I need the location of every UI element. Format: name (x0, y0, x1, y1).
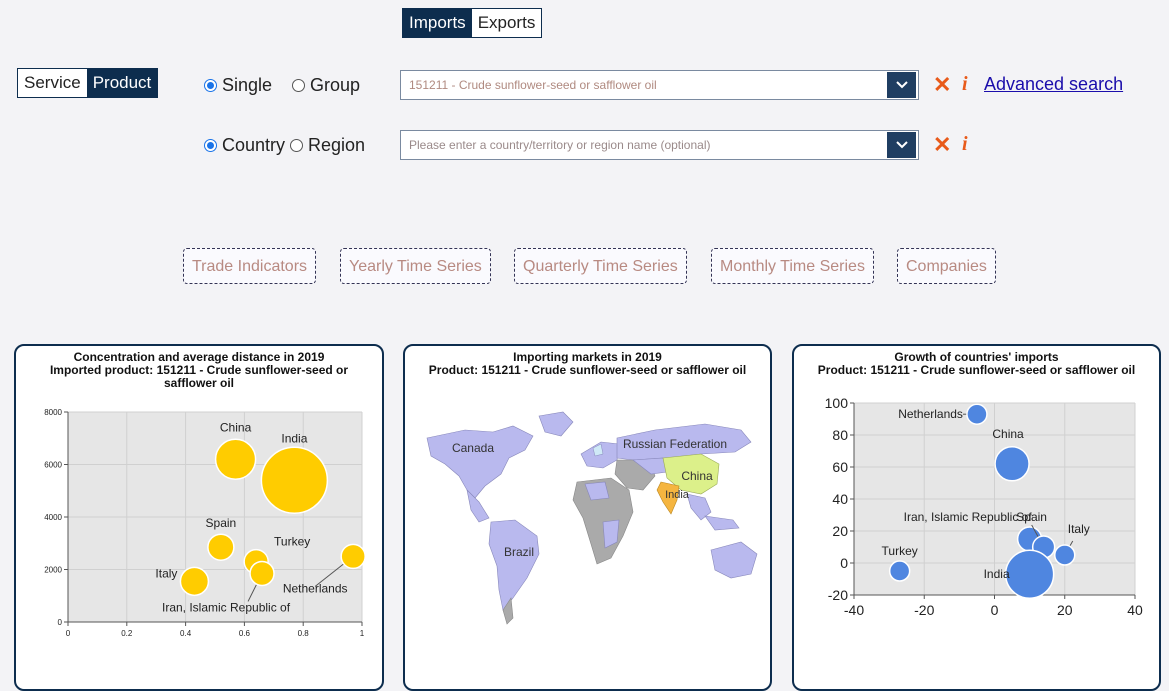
y-tick-label: 8000 (44, 408, 62, 417)
x-tick-label: 0.8 (298, 629, 310, 638)
radio-dot-single (204, 79, 217, 92)
bubble (1054, 544, 1076, 566)
info-product-icon[interactable]: i (962, 73, 968, 96)
map-label-brazil: Brazil (504, 545, 534, 559)
concentration-subtitle: Imported product: 151211 - Crude sunflow… (49, 363, 349, 390)
y-tick-label: 2000 (44, 565, 62, 574)
x-tick-label: 40 (1127, 602, 1143, 618)
trade-flow-toggle: Imports Exports (402, 8, 543, 38)
map-label-russia: Russian Federation (623, 437, 727, 451)
x-tick-label: 0.2 (121, 629, 133, 638)
service-tab[interactable]: Service (18, 69, 87, 97)
growth-panel: Growth of countries' imports Product: 15… (792, 344, 1161, 691)
tab-quarterly-time-series[interactable]: Quarterly Time Series (514, 248, 687, 284)
y-tick-label: -20 (828, 587, 848, 603)
bubble (888, 560, 911, 582)
importing-markets-panel: Importing markets in 2019 Product: 15121… (403, 344, 772, 691)
product-tab[interactable]: Product (86, 69, 158, 97)
bubble-label: Netherlands (898, 407, 963, 421)
bubble-label: Italy (1068, 522, 1090, 536)
concentration-panel: Concentration and average distance in 20… (14, 344, 384, 691)
country-select[interactable]: Please enter a country/territory or regi… (400, 130, 919, 160)
country-select-placeholder: Please enter a country/territory or regi… (409, 138, 711, 152)
bubble (207, 533, 235, 561)
radio-dot-group (292, 79, 305, 92)
product-select[interactable]: 151211 - Crude sunflower-seed or safflow… (400, 70, 919, 100)
bubble (966, 403, 988, 425)
chevron-down-icon[interactable] (887, 72, 916, 98)
bubble (260, 446, 329, 514)
x-tick-label: 20 (1057, 602, 1073, 618)
radio-dot-region (290, 139, 303, 152)
country-radio[interactable]: Country (204, 135, 285, 156)
bubble-label: India (281, 431, 307, 445)
y-tick-label: 60 (832, 459, 848, 475)
clear-country-icon[interactable]: ✕ (933, 134, 951, 156)
x-tick-label: -20 (914, 602, 934, 618)
bubble-label: China (992, 427, 1024, 441)
map-subtitle: Product: 151211 - Crude sunflower-seed o… (428, 363, 747, 377)
x-tick-label: 0 (66, 629, 71, 638)
group-label: Group (310, 75, 361, 95)
imports-tab[interactable]: Imports (403, 9, 472, 37)
x-tick-label: 1 (360, 629, 365, 638)
tab-yearly-time-series[interactable]: Yearly Time Series (340, 248, 491, 284)
tab-monthly-time-series[interactable]: Monthly Time Series (711, 248, 874, 284)
bubble-label: Turkey (274, 535, 310, 549)
y-tick-label: 20 (832, 523, 848, 539)
map-label-india: India (665, 489, 690, 501)
region-radio[interactable]: Region (290, 135, 365, 156)
tab-trade-indicators[interactable]: Trade Indicators (183, 248, 317, 284)
bubble-label: Italy (155, 566, 177, 580)
country-label: Country (222, 135, 286, 155)
bubble-label: Iran, Islamic Republic of (162, 600, 291, 614)
growth-subtitle: Product: 151211 - Crude sunflower-seed o… (817, 363, 1136, 377)
x-tick-label: 0.4 (180, 629, 192, 638)
bubble-label: India (984, 567, 1010, 581)
bubble-label: Iran, Islamic Republic of (904, 510, 1033, 524)
tab-companies[interactable]: Companies (897, 248, 996, 284)
region-label: Region (308, 135, 366, 155)
y-tick-label: 6000 (44, 460, 62, 469)
bubble-label: Netherlands (283, 581, 348, 595)
concentration-chart: 0 0.2 0.4 0.6 0.8 1 0 2000 4000 6000 8000 China Indi… (44, 408, 366, 638)
bubble-label: Spain (206, 516, 237, 530)
y-tick-label: 0 (58, 618, 63, 627)
x-tick-label: 0.6 (239, 629, 251, 638)
y-tick-label: 0 (840, 555, 848, 571)
x-tick-label: -40 (844, 602, 864, 618)
exports-tab[interactable]: Exports (472, 9, 542, 37)
bubble (214, 438, 257, 480)
chevron-down-icon[interactable] (887, 132, 916, 158)
bubble-label: Turkey (882, 544, 918, 558)
bubble (994, 446, 1030, 482)
radio-dot-country (204, 139, 217, 152)
y-tick-label: 100 (825, 395, 849, 411)
y-tick-label: 80 (832, 427, 848, 443)
growth-chart: -40 -20 0 20 40-20020406080100NetherlandsChi… (825, 395, 1143, 618)
map-label-canada: Canada (452, 441, 494, 455)
map-label-china: China (681, 469, 713, 483)
y-tick-label: 4000 (44, 513, 62, 522)
bubble-label: China (220, 420, 252, 434)
advanced-search-link[interactable]: Advanced search (984, 74, 1123, 95)
bubble (179, 566, 210, 597)
single-label: Single (222, 75, 273, 95)
single-radio[interactable]: Single (204, 75, 272, 96)
info-country-icon[interactable]: i (962, 133, 968, 156)
product-select-value: 151211 - Crude sunflower-seed or safflow… (409, 78, 657, 92)
bubble (1004, 549, 1055, 599)
x-tick-label: 0 (991, 602, 999, 618)
y-tick-label: 40 (832, 491, 848, 507)
clear-product-icon[interactable]: ✕ (933, 74, 951, 96)
group-radio[interactable]: Group (292, 75, 360, 96)
world-map: Canada Russian Federation China India Br… (426, 411, 758, 625)
bubble (249, 560, 275, 587)
bubble (340, 543, 366, 570)
type-toggle: Service Product (17, 68, 159, 98)
